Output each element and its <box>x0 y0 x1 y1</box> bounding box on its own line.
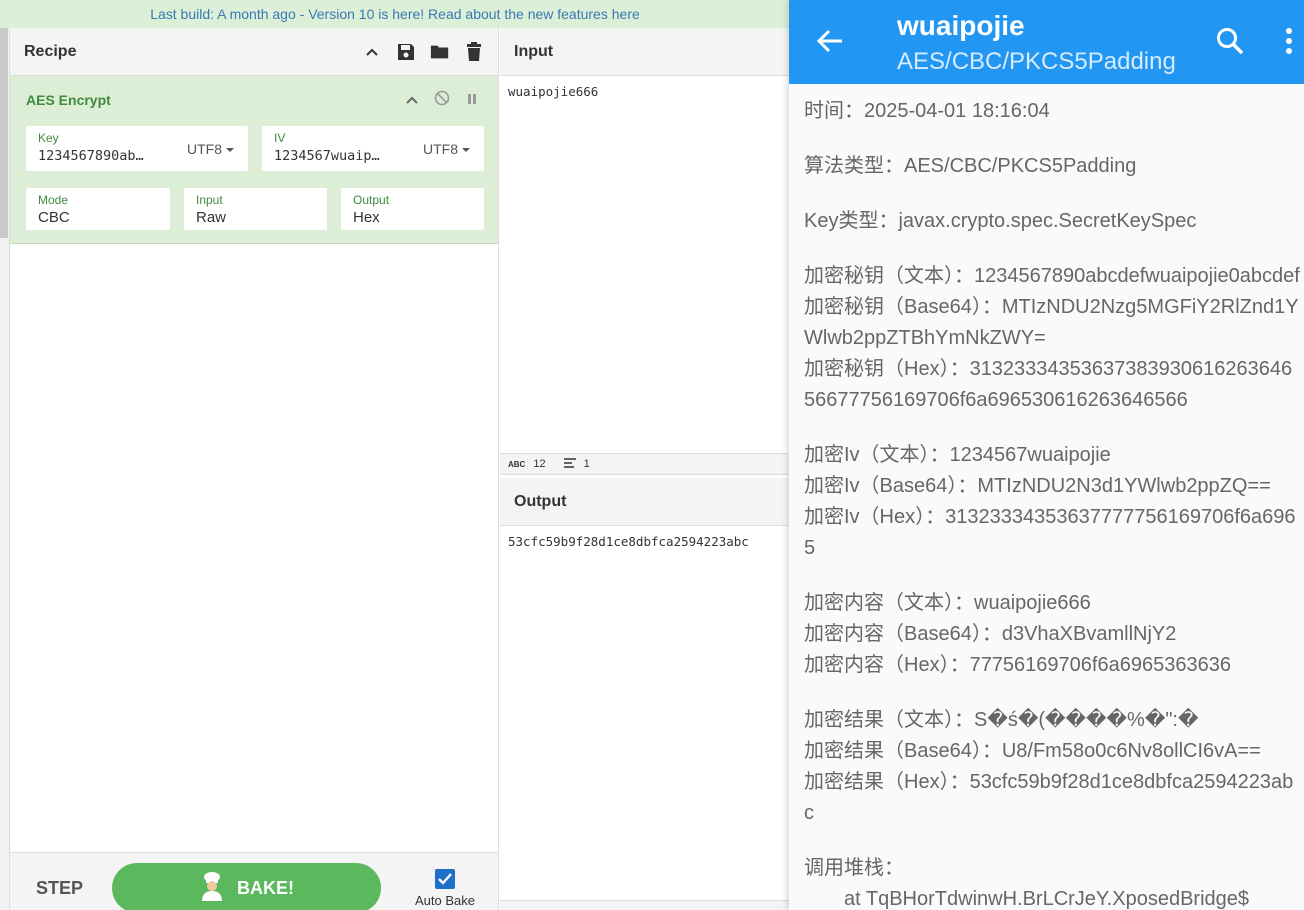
bake-button[interactable]: BAKE! <box>112 863 381 910</box>
app-bar: wuaipojie AES/CBC/PKCS5Padding <box>789 0 1304 84</box>
line-count: 1 <box>583 458 590 470</box>
recipe-title: Recipe <box>24 42 77 60</box>
collapse-all-icon[interactable] <box>362 42 382 62</box>
search-icon[interactable] <box>1215 26 1245 61</box>
log-algorithm: 算法类型：AES/CBC/PKCS5Padding <box>804 155 1137 177</box>
more-options-icon[interactable] <box>1285 26 1293 61</box>
iv-label: IV <box>274 131 286 145</box>
log-stack-line: at TqBHorTdwinwH.BrLCrJeY.XposedBridge$ <box>844 888 1250 910</box>
output-format-label: Output <box>353 193 390 207</box>
log-result-base64: 加密结果（Base64）：U8/Fm58o0c6Nv8ollCI6vA== <box>804 740 1261 762</box>
features-link[interactable]: here <box>612 6 640 22</box>
output-format-select[interactable]: Output Hex <box>341 188 484 230</box>
android-hook-app: wuaipojie AES/CBC/PKCS5Padding 时间：2025-0… <box>789 0 1304 910</box>
input-status-bar: ABC 12 1 <box>500 453 790 475</box>
operations-scrollbar[interactable] <box>0 28 10 910</box>
trash-icon[interactable] <box>464 41 484 62</box>
log-content-base64: 加密内容（Base64）：d3VhaXBvamllNjY2 <box>804 623 1177 645</box>
back-arrow-icon[interactable] <box>815 26 845 61</box>
bake-controls: STEP BAKE! Auto Bake <box>10 852 498 910</box>
folder-icon[interactable] <box>430 42 450 62</box>
mode-value: CBC <box>38 209 70 226</box>
log-content-hex: 加密内容（Hex）：77756169706f6a6965363636 <box>804 654 1231 676</box>
char-count-icon: ABC <box>508 459 526 469</box>
auto-bake-label: Auto Bake <box>415 893 475 908</box>
hook-log: 时间：2025-04-01 18:16:04 算法类型：AES/CBC/PKCS… <box>804 96 1302 910</box>
iv-field[interactable]: IV 1234567wuaip… UTF8 <box>262 126 484 171</box>
input-format-value: Raw <box>196 209 227 226</box>
step-button[interactable]: STEP <box>36 878 83 899</box>
log-result-text: 加密结果（文本）：S�ś�(����%�":� <box>804 709 1199 731</box>
output-status-bar <box>500 900 790 910</box>
log-result-hex: 加密结果（Hex）：53cfc59b9f28d1ce8dbfca2594223a… <box>804 771 1294 824</box>
log-iv-hex: 加密Iv（Hex）：31323334353637777756169706f6a6… <box>804 506 1296 559</box>
iv-encoding-dropdown[interactable]: UTF8 <box>423 141 470 157</box>
log-key-base64: 加密秘钥（Base64）：MTIzNDU2Nzg5MGFiY2RlZnd1YWl… <box>804 296 1299 349</box>
log-key-hex: 加密秘钥（Hex）：313233343536373839306162636465… <box>804 358 1293 411</box>
log-stack-label: 调用堆栈： <box>804 857 904 879</box>
output-format-value: Hex <box>353 209 380 226</box>
output-title: Output <box>514 492 567 510</box>
line-count-icon <box>563 457 576 471</box>
save-icon[interactable] <box>396 42 416 62</box>
key-field[interactable]: Key 1234567890ab… UTF8 <box>26 126 248 171</box>
key-encoding-dropdown[interactable]: UTF8 <box>187 141 234 157</box>
recipe-pane: Recipe AES Encrypt Key 1234567890ab… UTF… <box>10 28 499 910</box>
operation-name: AES Encrypt <box>26 92 111 108</box>
output-header: Output <box>500 478 790 526</box>
input-title: Input <box>514 42 554 60</box>
char-count: 12 <box>533 458 546 470</box>
banner-text: - Version 10 is here! Read about the new… <box>295 6 612 22</box>
collapse-operation-icon[interactable] <box>406 92 418 110</box>
output-textarea[interactable]: 53cfc59b9f28d1ce8dbfca2594223abc <box>500 526 790 557</box>
last-build-link[interactable]: Last build: A month ago <box>150 6 296 22</box>
bake-label: BAKE! <box>237 877 294 898</box>
iv-input[interactable]: 1234567wuaip… <box>274 148 409 164</box>
scrollbar-thumb[interactable] <box>0 28 8 238</box>
log-time: 时间：2025-04-01 18:16:04 <box>804 100 1050 122</box>
app-title: wuaipojie <box>897 10 1025 41</box>
disable-operation-icon[interactable] <box>434 90 450 111</box>
aes-encrypt-operation: AES Encrypt Key 1234567890ab… UTF8 IV 12… <box>10 76 498 244</box>
auto-bake-checkbox[interactable] <box>435 869 455 889</box>
key-input[interactable]: 1234567890ab… <box>38 148 173 164</box>
input-textarea[interactable]: wuaipojie666 <box>500 76 790 107</box>
key-label: Key <box>38 131 59 145</box>
input-header: Input <box>500 28 790 76</box>
log-key-type: Key类型：javax.crypto.spec.SecretKeySpec <box>804 210 1197 232</box>
mode-label: Mode <box>38 193 69 207</box>
chef-icon <box>199 871 225 906</box>
auto-bake-toggle[interactable]: Auto Bake <box>410 869 480 908</box>
recipe-header: Recipe <box>10 28 498 76</box>
log-key-text: 加密秘钥（文本）：1234567890abcdefwuaipojie0abcde… <box>804 265 1300 287</box>
log-iv-base64: 加密Iv（Base64）：MTIzNDU2N3d1YWlwb2ppZQ== <box>804 475 1271 497</box>
io-pane: Input wuaipojie666 ABC 12 1 Output 53cfc… <box>500 28 790 910</box>
pause-operation-icon[interactable] <box>466 92 478 110</box>
app-subtitle: AES/CBC/PKCS5Padding <box>897 48 1176 75</box>
mode-select[interactable]: Mode CBC <box>26 188 170 230</box>
log-content-text: 加密内容（文本）：wuaipojie666 <box>804 592 1091 614</box>
update-banner: Last build: A month ago - Version 10 is … <box>0 0 790 28</box>
input-format-select[interactable]: Input Raw <box>184 188 327 230</box>
input-format-label: Input <box>196 193 223 207</box>
log-iv-text: 加密Iv（文本）：1234567wuaipojie <box>804 444 1111 466</box>
